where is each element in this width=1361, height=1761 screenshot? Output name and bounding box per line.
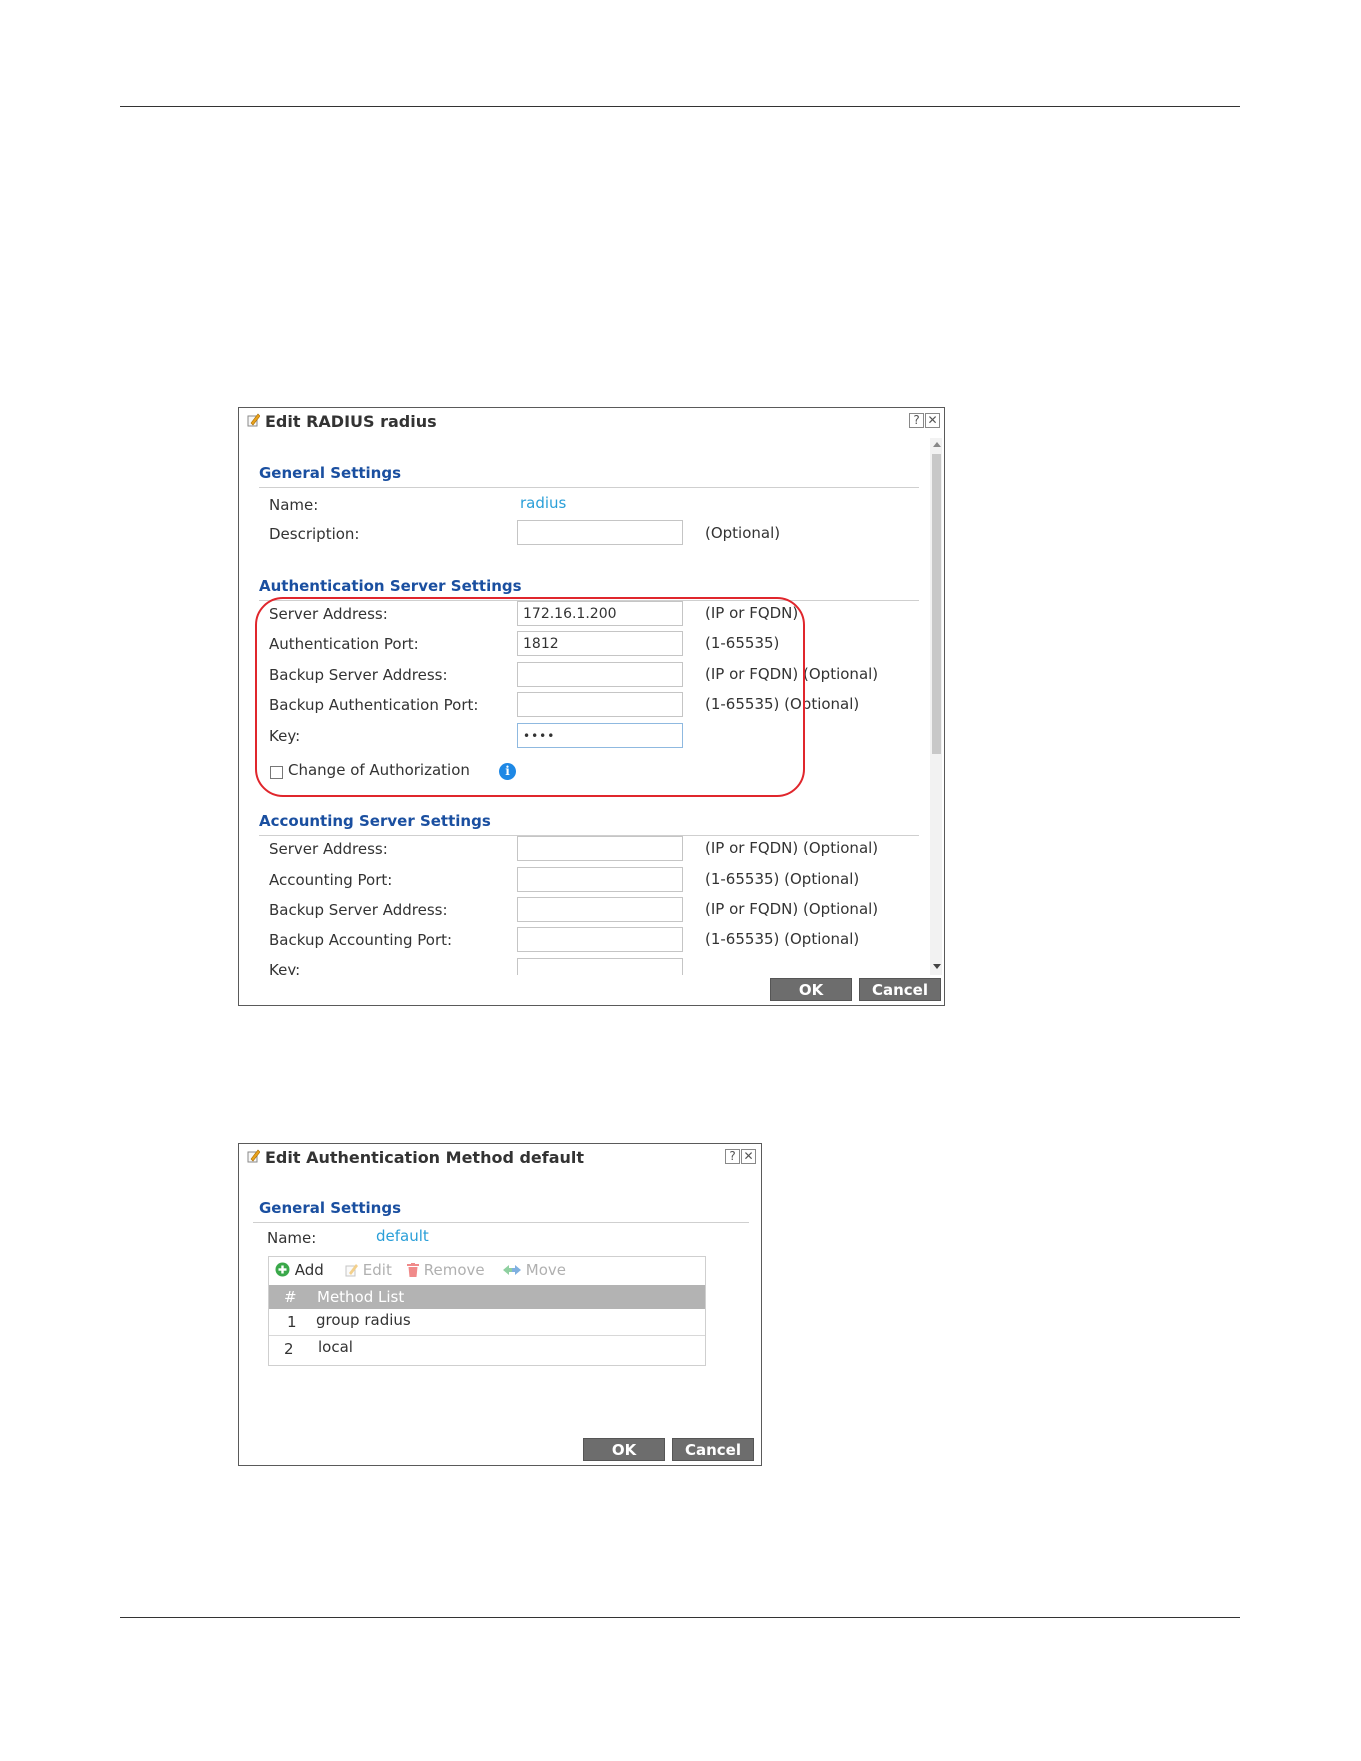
- cancel-button[interactable]: Cancel: [859, 978, 941, 1001]
- col-method-header[interactable]: Method List: [317, 1288, 404, 1306]
- acct-port-input[interactable]: [517, 867, 683, 892]
- move-label: Move: [525, 1261, 567, 1279]
- general-settings-title: General Settings: [259, 464, 402, 482]
- acct-port-label: Accounting Port:: [269, 871, 393, 889]
- description-hint: (Optional): [705, 524, 781, 542]
- dialog-titlebar: Edit RADIUS radius ? ✕: [239, 408, 944, 434]
- row-method: local: [318, 1338, 353, 1356]
- acct-backup-port-input[interactable]: [517, 927, 683, 952]
- acct-backup-port-hint: (1-65535) (Optional): [705, 930, 860, 948]
- acct-backup-port-label: Backup Accounting Port:: [269, 931, 453, 949]
- dialog-footer: OK Cancel: [239, 975, 944, 1005]
- row-method: group radius: [316, 1311, 411, 1329]
- help-button[interactable]: ?: [725, 1149, 740, 1164]
- trash-icon: [407, 1263, 419, 1277]
- method-list-grid: Add Edit Remove Move # Method List 1 gro…: [268, 1256, 706, 1366]
- remove-label: Remove: [423, 1261, 485, 1279]
- move-button[interactable]: Move: [503, 1261, 566, 1279]
- page-header-rule: [120, 106, 1240, 107]
- close-button[interactable]: ✕: [741, 1149, 756, 1164]
- accounting-server-settings-title: Accounting Server Settings: [259, 812, 491, 830]
- ok-button[interactable]: OK: [583, 1438, 665, 1461]
- edit-button[interactable]: Edit: [345, 1261, 392, 1279]
- section-divider: [253, 1222, 749, 1223]
- page-footer-rule: [120, 1617, 1240, 1618]
- row-index: 2: [284, 1340, 294, 1358]
- col-index-header[interactable]: #: [284, 1288, 297, 1306]
- edit-icon: [345, 1264, 358, 1277]
- add-icon: [275, 1262, 290, 1277]
- edit-auth-method-dialog: Edit Authentication Method default ? ✕ G…: [238, 1143, 762, 1466]
- close-button[interactable]: ✕: [925, 413, 940, 428]
- add-label: Add: [294, 1261, 324, 1279]
- edit-icon: [247, 413, 260, 427]
- highlight-annotation: [255, 597, 805, 797]
- description-label: Description:: [269, 525, 360, 543]
- acct-backup-server-hint: (IP or FQDN) (Optional): [705, 900, 879, 918]
- remove-button[interactable]: Remove: [407, 1261, 485, 1279]
- scroll-up-arrow[interactable]: [933, 442, 941, 447]
- help-button[interactable]: ?: [909, 413, 924, 428]
- auth-server-settings-title: Authentication Server Settings: [259, 577, 522, 595]
- ok-button[interactable]: OK: [770, 978, 852, 1001]
- dialog-title: Edit Authentication Method default: [265, 1148, 585, 1167]
- acct-backup-server-input[interactable]: [517, 897, 683, 922]
- acct-server-address-input[interactable]: [517, 836, 683, 861]
- move-icon: [503, 1265, 521, 1275]
- table-row[interactable]: 2 local: [269, 1336, 705, 1362]
- description-input[interactable]: [517, 520, 683, 545]
- dialog-titlebar: Edit Authentication Method default ? ✕: [239, 1144, 761, 1170]
- row-index: 1: [287, 1313, 297, 1331]
- acct-backup-server-label: Backup Server Address:: [269, 901, 448, 919]
- scroll-down-arrow[interactable]: [933, 964, 941, 969]
- dialog-footer: OK Cancel: [239, 1435, 761, 1465]
- scrollbar-thumb[interactable]: [932, 454, 941, 754]
- dialog-title: Edit RADIUS radius: [265, 412, 437, 431]
- table-header: # Method List: [269, 1285, 705, 1309]
- general-settings-title: General Settings: [259, 1199, 402, 1217]
- name-value: default: [376, 1227, 429, 1245]
- edit-radius-dialog: Edit RADIUS radius ? ✕ General Settings …: [238, 407, 945, 1006]
- acct-port-hint: (1-65535) (Optional): [705, 870, 860, 888]
- edit-icon: [247, 1149, 260, 1163]
- name-label: Name:: [269, 496, 319, 514]
- name-value: radius: [520, 494, 567, 512]
- table-row[interactable]: 1 group radius: [269, 1309, 705, 1336]
- acct-server-address-hint: (IP or FQDN) (Optional): [705, 839, 879, 857]
- acct-server-address-label: Server Address:: [269, 840, 388, 858]
- name-label: Name:: [267, 1229, 317, 1247]
- cancel-button[interactable]: Cancel: [672, 1438, 754, 1461]
- section-divider: [259, 487, 919, 488]
- edit-label: Edit: [362, 1261, 392, 1279]
- add-button[interactable]: Add: [275, 1261, 324, 1279]
